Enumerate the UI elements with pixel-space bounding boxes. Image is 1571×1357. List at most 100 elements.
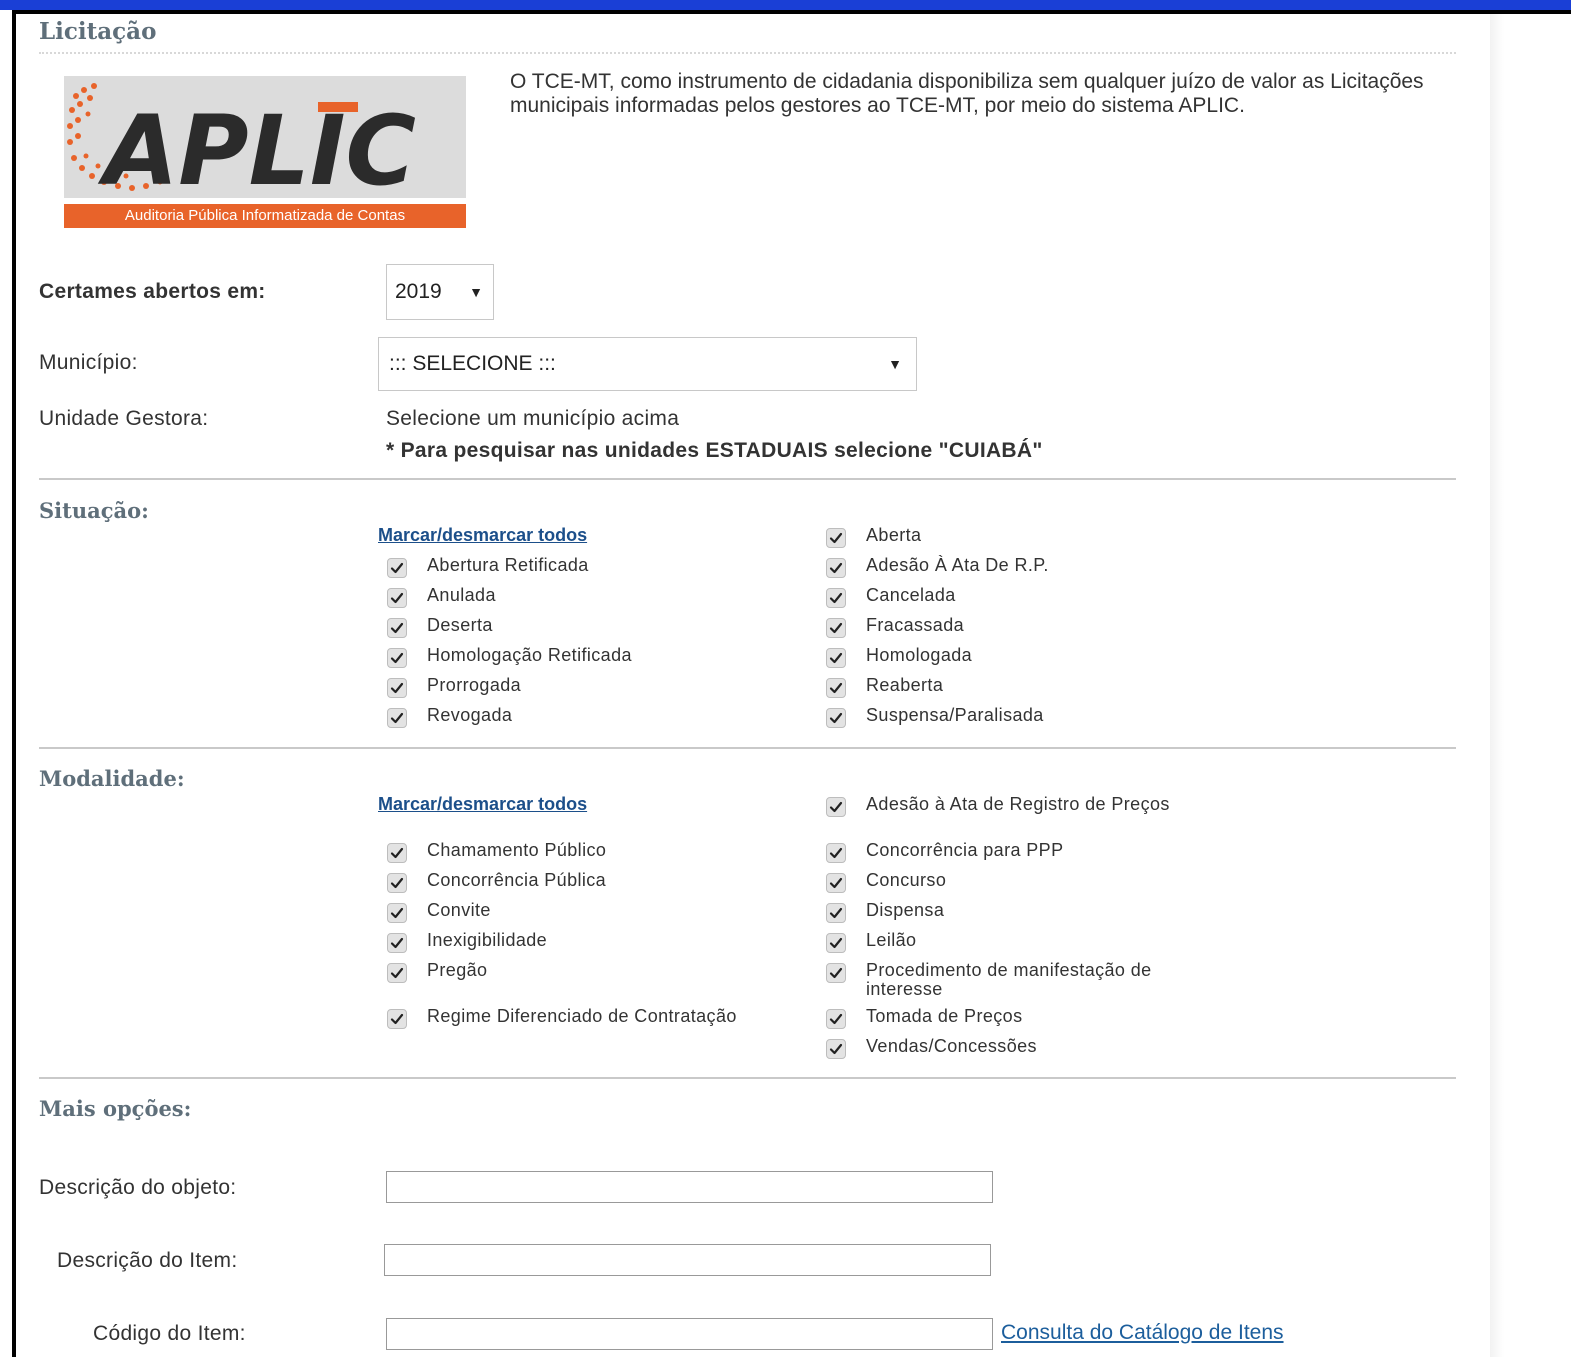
municipio-select[interactable]: ::: SELECIONE ::: ▼ <box>378 337 917 391</box>
checkmark-icon <box>829 847 843 859</box>
descricao-objeto-label: Descrição do objeto: <box>39 1176 237 1199</box>
modalidade-option-label: Convite <box>427 900 491 920</box>
checkmark-icon <box>390 967 404 979</box>
situacao-option-label: Adesão À Ata De R.P. <box>866 555 1049 575</box>
checkmark-icon <box>829 532 843 544</box>
situacao-option-checkbox[interactable] <box>387 678 407 698</box>
situacao-option-checkbox[interactable] <box>387 558 407 578</box>
situacao-option-checkbox[interactable] <box>826 648 846 668</box>
checkmark-icon <box>390 592 404 604</box>
catalogo-itens-link[interactable]: Consulta do Catálogo de Itens <box>1001 1321 1284 1345</box>
modalidade-option-checkbox[interactable] <box>387 1009 407 1029</box>
checkmark-icon <box>829 622 843 634</box>
divider-mais-opcoes <box>39 1077 1456 1079</box>
aplic-logo: APLIC Auditoria Pública Informatizada de… <box>64 76 466 228</box>
checkmark-icon <box>829 907 843 919</box>
modalidade-option-checkbox[interactable] <box>826 903 846 923</box>
modalidade-option-checkbox[interactable] <box>387 963 407 983</box>
modalidade-option-checkbox[interactable] <box>826 963 846 983</box>
descricao-item-label: Descrição do Item: <box>57 1249 238 1272</box>
checkmark-icon <box>390 907 404 919</box>
situacao-option-checkbox[interactable] <box>387 588 407 608</box>
checkmark-icon <box>829 562 843 574</box>
checkmark-icon <box>829 937 843 949</box>
intro-text: O TCE-MT, como instrumento de cidadania … <box>510 70 1424 117</box>
modalidade-option-checkbox[interactable] <box>826 1009 846 1029</box>
descricao-item-input[interactable] <box>384 1244 991 1276</box>
modalidade-option-checkbox[interactable] <box>826 1039 846 1059</box>
unidade-gestora-value: Selecione um município acima <box>386 407 680 430</box>
situacao-title: Situação: <box>39 498 149 523</box>
divider-modalidade <box>39 747 1456 749</box>
checkmark-icon <box>829 967 843 979</box>
codigo-item-input[interactable] <box>386 1318 993 1350</box>
right-shadow <box>1490 14 1504 1357</box>
modalidade-option-label: Inexigibilidade <box>427 930 548 950</box>
situacao-option-label: Homologação Retificada <box>427 645 632 665</box>
modalidade-option-label: Concurso <box>866 870 947 890</box>
page-title: Licitação <box>39 18 157 45</box>
modalidade-option-label: Chamamento Público <box>427 840 607 860</box>
situacao-option-checkbox[interactable] <box>826 558 846 578</box>
municipio-select-value: ::: SELECIONE ::: <box>389 352 556 375</box>
checkmark-icon <box>390 682 404 694</box>
modalidade-toggle-all-link[interactable]: Marcar/desmarcar todos <box>378 794 587 815</box>
situacao-toggle-all-link[interactable]: Marcar/desmarcar todos <box>378 525 587 546</box>
situacao-option-checkbox[interactable] <box>826 588 846 608</box>
checkmark-icon <box>390 562 404 574</box>
year-select-value: 2019 <box>395 280 442 303</box>
checkmark-icon <box>390 1013 404 1025</box>
modalidade-option-checkbox[interactable] <box>826 843 846 863</box>
chevron-down-icon: ▼ <box>888 356 902 372</box>
situacao-option-label: Fracassada <box>866 615 965 635</box>
year-select[interactable]: 2019 ▼ <box>386 264 494 320</box>
situacao-option-label: Reaberta <box>866 675 944 695</box>
mais-opcoes-title: Mais opções: <box>39 1096 192 1121</box>
checkmark-icon <box>390 847 404 859</box>
situacao-option-label: Homologada <box>866 645 973 665</box>
descricao-objeto-input[interactable] <box>386 1171 993 1203</box>
situacao-option-label: Abertura Retificada <box>427 555 589 575</box>
checkmark-icon <box>390 652 404 664</box>
modalidade-option-checkbox[interactable] <box>387 843 407 863</box>
situacao-option-label: Prorrogada <box>427 675 522 695</box>
situacao-option-label: Anulada <box>427 585 496 605</box>
modalidade-option-label: Dispensa <box>866 900 945 920</box>
modalidade-title: Modalidade: <box>39 766 185 791</box>
modalidade-option-checkbox[interactable] <box>826 797 846 817</box>
checkmark-icon <box>390 937 404 949</box>
modalidade-option-checkbox[interactable] <box>387 873 407 893</box>
modalidade-option-label: Pregão <box>427 960 488 980</box>
situacao-option-checkbox[interactable] <box>826 678 846 698</box>
year-label: Certames abertos em: <box>39 280 266 303</box>
modalidade-option-label: Adesão à Ata de Registro de Preços <box>866 794 1170 814</box>
situacao-option-checkbox[interactable] <box>826 618 846 638</box>
situacao-option-checkbox[interactable] <box>826 708 846 728</box>
checkmark-icon <box>390 877 404 889</box>
modalidade-option-checkbox[interactable] <box>387 933 407 953</box>
modalidade-option-checkbox[interactable] <box>826 873 846 893</box>
modalidade-option-checkbox[interactable] <box>387 903 407 923</box>
checkmark-icon <box>390 712 404 724</box>
modalidade-option-label: Leilão <box>866 930 917 950</box>
checkmark-icon <box>829 682 843 694</box>
modalidade-option-checkbox[interactable] <box>826 933 846 953</box>
checkmark-icon <box>829 712 843 724</box>
municipio-label: Município: <box>39 351 138 374</box>
checkmark-icon <box>829 1013 843 1025</box>
svg-text:APLIC: APLIC <box>97 95 416 207</box>
situacao-option-label: Deserta <box>427 615 493 635</box>
situacao-option-label: Revogada <box>427 705 513 725</box>
situacao-option-label: Cancelada <box>866 585 956 605</box>
unidade-gestora-label: Unidade Gestora: <box>39 407 209 430</box>
modalidade-option-label: Tomada de Preços <box>866 1006 1023 1026</box>
situacao-option-checkbox[interactable] <box>826 528 846 548</box>
title-divider <box>39 52 1456 54</box>
situacao-option-checkbox[interactable] <box>387 618 407 638</box>
checkmark-icon <box>390 622 404 634</box>
situacao-option-checkbox[interactable] <box>387 708 407 728</box>
modalidade-option-label: Concorrência para PPP <box>866 840 1064 860</box>
divider-situacao <box>39 478 1456 480</box>
modalidade-option-label: Concorrência Pública <box>427 870 607 890</box>
situacao-option-checkbox[interactable] <box>387 648 407 668</box>
